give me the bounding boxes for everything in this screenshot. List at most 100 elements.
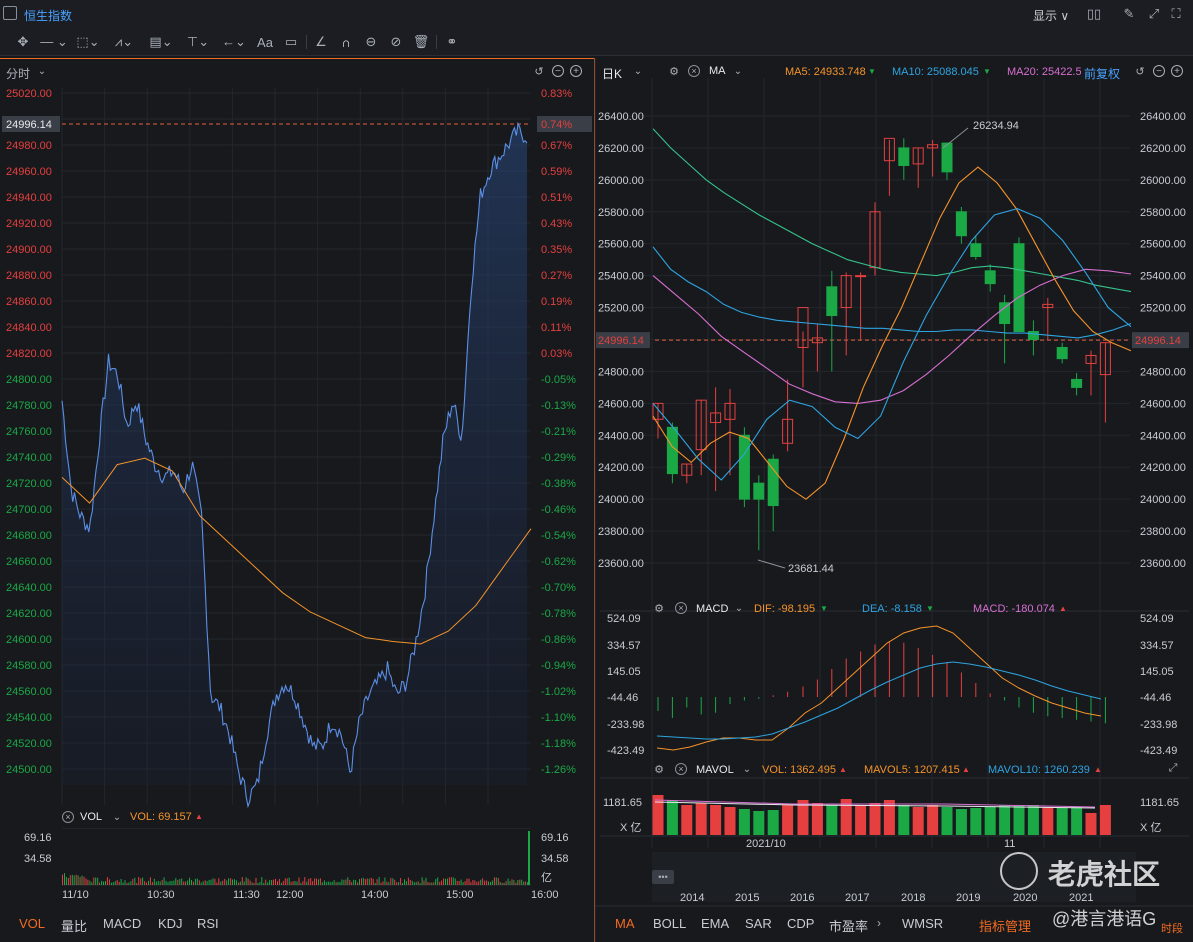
- tab-kdj[interactable]: KDJ: [158, 916, 183, 931]
- display-menu[interactable]: 显示 ∨: [1033, 7, 1069, 24]
- note-icon[interactable]: ▭: [282, 33, 300, 51]
- vol-bar: [247, 878, 249, 885]
- mavol-bar: [666, 800, 678, 835]
- tiger-logo-icon: [1000, 852, 1038, 890]
- price-tick-right: 24200.00: [1140, 462, 1186, 474]
- text-tool-icon[interactable]: Aa: [255, 33, 275, 51]
- fullscreen-icon[interactable]: ⤢: [1146, 6, 1162, 22]
- vol-bar: [179, 879, 181, 885]
- vol-bar: [87, 879, 89, 885]
- pct-tick: -0.62%: [541, 556, 576, 568]
- price-tick: 24700.00: [6, 504, 52, 516]
- magnet-icon[interactable]: ∩: [337, 33, 355, 51]
- mavol-indicator-label[interactable]: MAVOL: [696, 764, 734, 776]
- vol-bar: [388, 882, 390, 885]
- tab-ema[interactable]: EMA: [701, 916, 729, 931]
- ruler-icon[interactable]: ∠: [312, 33, 330, 51]
- chevron-right-icon[interactable]: ›: [873, 916, 885, 930]
- pct-tick: 0.11%: [541, 322, 572, 334]
- polyline-icon[interactable]: ⩘⌄: [110, 33, 138, 51]
- vol-bar: [128, 882, 130, 885]
- tab-rsi[interactable]: RSI: [197, 916, 219, 931]
- vol-bar: [103, 881, 104, 885]
- settings-icon[interactable]: ⚙: [653, 602, 665, 615]
- rect-icon[interactable]: ⬚⌄: [76, 33, 100, 51]
- expand-icon[interactable]: ⛶: [1168, 6, 1184, 22]
- vol-bar: [93, 877, 95, 885]
- fib-icon[interactable]: ▤⌄: [147, 33, 175, 51]
- settings-icon[interactable]: ⚙: [653, 763, 665, 776]
- measure-icon[interactable]: ⊤⌄: [184, 33, 212, 51]
- year-tick: 2019: [956, 892, 981, 904]
- hide-icon[interactable]: ⊘: [387, 33, 405, 51]
- eye-icon[interactable]: ⊖: [362, 33, 380, 51]
- pct-tick: -0.54%: [541, 530, 576, 542]
- tab-boll[interactable]: BOLL: [653, 916, 686, 931]
- vol-bar: [239, 881, 241, 885]
- vol-bar: [386, 881, 388, 885]
- close-icon[interactable]: ×: [675, 763, 687, 775]
- vol-bar: [370, 877, 372, 885]
- price-tick-left: 26000.00: [598, 175, 644, 187]
- indicator-manage-button[interactable]: 指标管理: [979, 916, 1031, 935]
- timeline-handle-icon[interactable]: •••: [652, 870, 674, 884]
- layout-icon[interactable]: ▯▯: [1083, 6, 1105, 22]
- mavol-bar: [811, 803, 823, 835]
- dif-arrow: ▼: [820, 604, 828, 613]
- vol-bar: [331, 882, 333, 885]
- chevron-down-icon[interactable]: ⌄: [741, 762, 753, 776]
- tab-macd[interactable]: MACD: [103, 916, 141, 931]
- draw-pen-icon[interactable]: ✎: [1121, 6, 1137, 22]
- vol-indicator-label[interactable]: VOL: [80, 811, 102, 823]
- window-title[interactable]: 恒生指数: [24, 7, 72, 24]
- price-tick-left: 24600.00: [598, 398, 644, 410]
- tab-pe[interactable]: 市盈率: [829, 916, 868, 935]
- pct-tick: 0.43%: [541, 218, 572, 230]
- close-icon[interactable]: ×: [675, 602, 687, 614]
- vol-bar: [318, 879, 319, 885]
- arrow-icon[interactable]: ←⌄: [220, 33, 248, 51]
- vol-bar: [321, 882, 323, 885]
- expand-icon[interactable]: ⤢: [1167, 762, 1179, 774]
- time-tick: 11:30: [233, 889, 260, 901]
- vol-bar: [527, 882, 529, 885]
- watermark-user: @港言港语G: [1052, 909, 1157, 929]
- price-tick: 24640.00: [6, 582, 52, 594]
- vol-bar: [419, 883, 421, 885]
- vol-bar: [364, 879, 366, 885]
- tab-cdp[interactable]: CDP: [787, 916, 814, 931]
- vol-bar: [499, 881, 501, 885]
- vol-bar: [189, 877, 190, 885]
- price-tick-right: 24800.00: [1140, 366, 1186, 378]
- session-tag[interactable]: 时段: [1161, 920, 1183, 936]
- chevron-down-icon[interactable]: ⌄: [733, 601, 745, 615]
- close-icon[interactable]: ×: [62, 811, 74, 823]
- tab-wmsr[interactable]: WMSR: [902, 916, 943, 931]
- tab-volume-ratio[interactable]: 量比: [61, 916, 87, 935]
- price-tick: 24940.00: [6, 192, 52, 204]
- line-icon[interactable]: — ⌄: [40, 33, 68, 51]
- vol-bar: [407, 877, 409, 885]
- vol-bar: [390, 877, 392, 885]
- link-icon[interactable]: ⚭: [442, 33, 462, 51]
- pct-tick: 0.35%: [541, 244, 572, 256]
- mavol-bar: [767, 810, 779, 835]
- vol-bar: [159, 881, 161, 885]
- pct-tick: -1.26%: [541, 764, 576, 776]
- kline-chart[interactable]: 26400.00 26400.00 26200.00 26200.00 26000.00…: [594, 58, 1193, 942]
- vol-bar: [323, 880, 325, 885]
- move-icon[interactable]: ✥: [14, 33, 32, 51]
- tab-sar[interactable]: SAR: [745, 916, 772, 931]
- sidebar-toggle-icon[interactable]: [3, 6, 17, 20]
- vol-bar: [288, 877, 290, 885]
- trash-icon[interactable]: 🗑: [412, 33, 430, 51]
- vol-bar: [161, 879, 163, 885]
- price-tick: 24560.00: [6, 686, 52, 698]
- vol-bar: [349, 880, 351, 885]
- tab-vol[interactable]: VOL: [19, 916, 45, 931]
- macd-indicator-label[interactable]: MACD: [696, 603, 728, 615]
- vol-bar: [474, 880, 476, 885]
- vol-bar: [112, 882, 114, 885]
- chevron-down-icon[interactable]: ⌄: [111, 810, 123, 824]
- tab-ma[interactable]: MA: [615, 916, 635, 931]
